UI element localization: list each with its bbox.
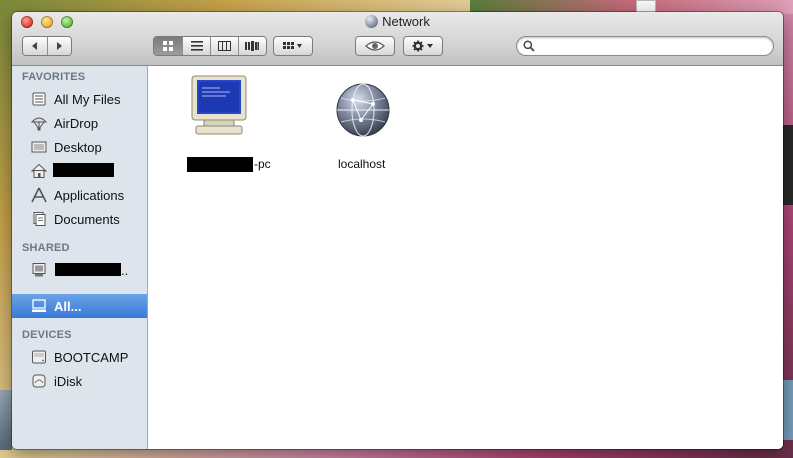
sidebar: FAVORITES All My Files AirDrop Desktop A… (12, 66, 148, 449)
sidebar-item-label: Desktop (54, 140, 102, 155)
eye-icon (365, 41, 385, 51)
window-title: Network (12, 14, 783, 29)
title-bar: Network (12, 12, 783, 66)
sidebar-item-all-my-files[interactable]: All My Files (12, 87, 147, 111)
sidebar-item-label: Documents (54, 212, 120, 227)
redaction-bar (53, 163, 114, 177)
icon-view-button[interactable] (154, 37, 183, 55)
forward-button[interactable] (46, 37, 71, 55)
sidebar-item-shared-computer[interactable]: .. (12, 258, 147, 282)
network-item-label: localhost (338, 157, 386, 171)
sidebar-item-bootcamp[interactable]: BOOTCAMP (12, 345, 147, 369)
computer-icon (32, 263, 46, 277)
column-view-icon (217, 41, 231, 51)
sidebar-item-label: All... (54, 299, 82, 314)
list-view-icon (190, 41, 203, 51)
network-item-localhost[interactable]: localhost (315, 74, 405, 174)
back-forward-control (22, 36, 72, 56)
sidebar-item-label: iDisk (54, 374, 83, 389)
network-item-label: -pc (254, 157, 271, 171)
network-globe-icon (365, 15, 379, 28)
sidebar-section-shared: SHARED (22, 242, 70, 254)
cover-flow-view-button[interactable] (237, 37, 266, 55)
chevron-left-icon (31, 42, 37, 50)
sidebar-item-desktop[interactable]: Desktop (12, 135, 147, 159)
gear-icon (412, 40, 433, 52)
search-field[interactable] (516, 36, 774, 56)
pc-monitor-icon (191, 75, 247, 135)
arrange-button[interactable] (273, 36, 313, 56)
sidebar-item-documents[interactable]: Documents (12, 207, 147, 231)
search-input[interactable] (539, 39, 768, 55)
sidebar-item-label: .. (121, 263, 129, 278)
desktop-background (783, 380, 793, 440)
network-globe-icon (336, 83, 390, 137)
network-icon (32, 299, 46, 312)
desktop-icon (31, 141, 47, 153)
sidebar-item-all-network[interactable]: All... (12, 294, 147, 318)
idisk-icon (32, 374, 46, 388)
icon-view-icon (163, 41, 174, 51)
arrange-grid-icon (283, 42, 302, 49)
documents-icon (33, 212, 46, 226)
sidebar-section-devices: DEVICES (22, 329, 72, 341)
redaction-bar (187, 157, 253, 172)
search-icon (523, 40, 535, 52)
sidebar-item-label: Applications (54, 188, 125, 203)
sidebar-item-label: All My Files (54, 92, 121, 107)
window-title-text: Network (382, 14, 430, 29)
home-icon (31, 163, 47, 178)
disk-icon (32, 350, 46, 364)
sidebar-item-label: AirDrop (54, 116, 99, 131)
airdrop-icon (31, 117, 47, 131)
finder-window: Network FAVORITES All My Files AirDrop D… (12, 12, 783, 449)
sidebar-item-home[interactable] (12, 159, 147, 183)
sidebar-item-airdrop[interactable]: AirDrop (12, 111, 147, 135)
view-mode-control (153, 36, 267, 56)
quick-look-button[interactable] (355, 36, 395, 56)
back-button[interactable] (23, 37, 47, 55)
file-browser-content: -pc localhost (149, 66, 783, 449)
redaction-bar (55, 263, 121, 276)
list-view-button[interactable] (182, 37, 210, 55)
chevron-right-icon (57, 42, 63, 50)
network-item-pc[interactable]: -pc (177, 74, 287, 174)
desktop-background (783, 125, 793, 205)
sidebar-item-idisk[interactable]: iDisk (12, 369, 147, 393)
cover-flow-icon (245, 41, 260, 51)
desktop-background (0, 390, 12, 450)
sidebar-item-applications[interactable]: Applications (12, 183, 147, 207)
all-files-icon (32, 92, 46, 106)
sidebar-section-favorites: FAVORITES (22, 71, 86, 83)
sidebar-item-label: BOOTCAMP (54, 350, 129, 365)
action-button[interactable] (403, 36, 443, 56)
column-view-button[interactable] (210, 37, 238, 55)
applications-icon (31, 187, 47, 203)
